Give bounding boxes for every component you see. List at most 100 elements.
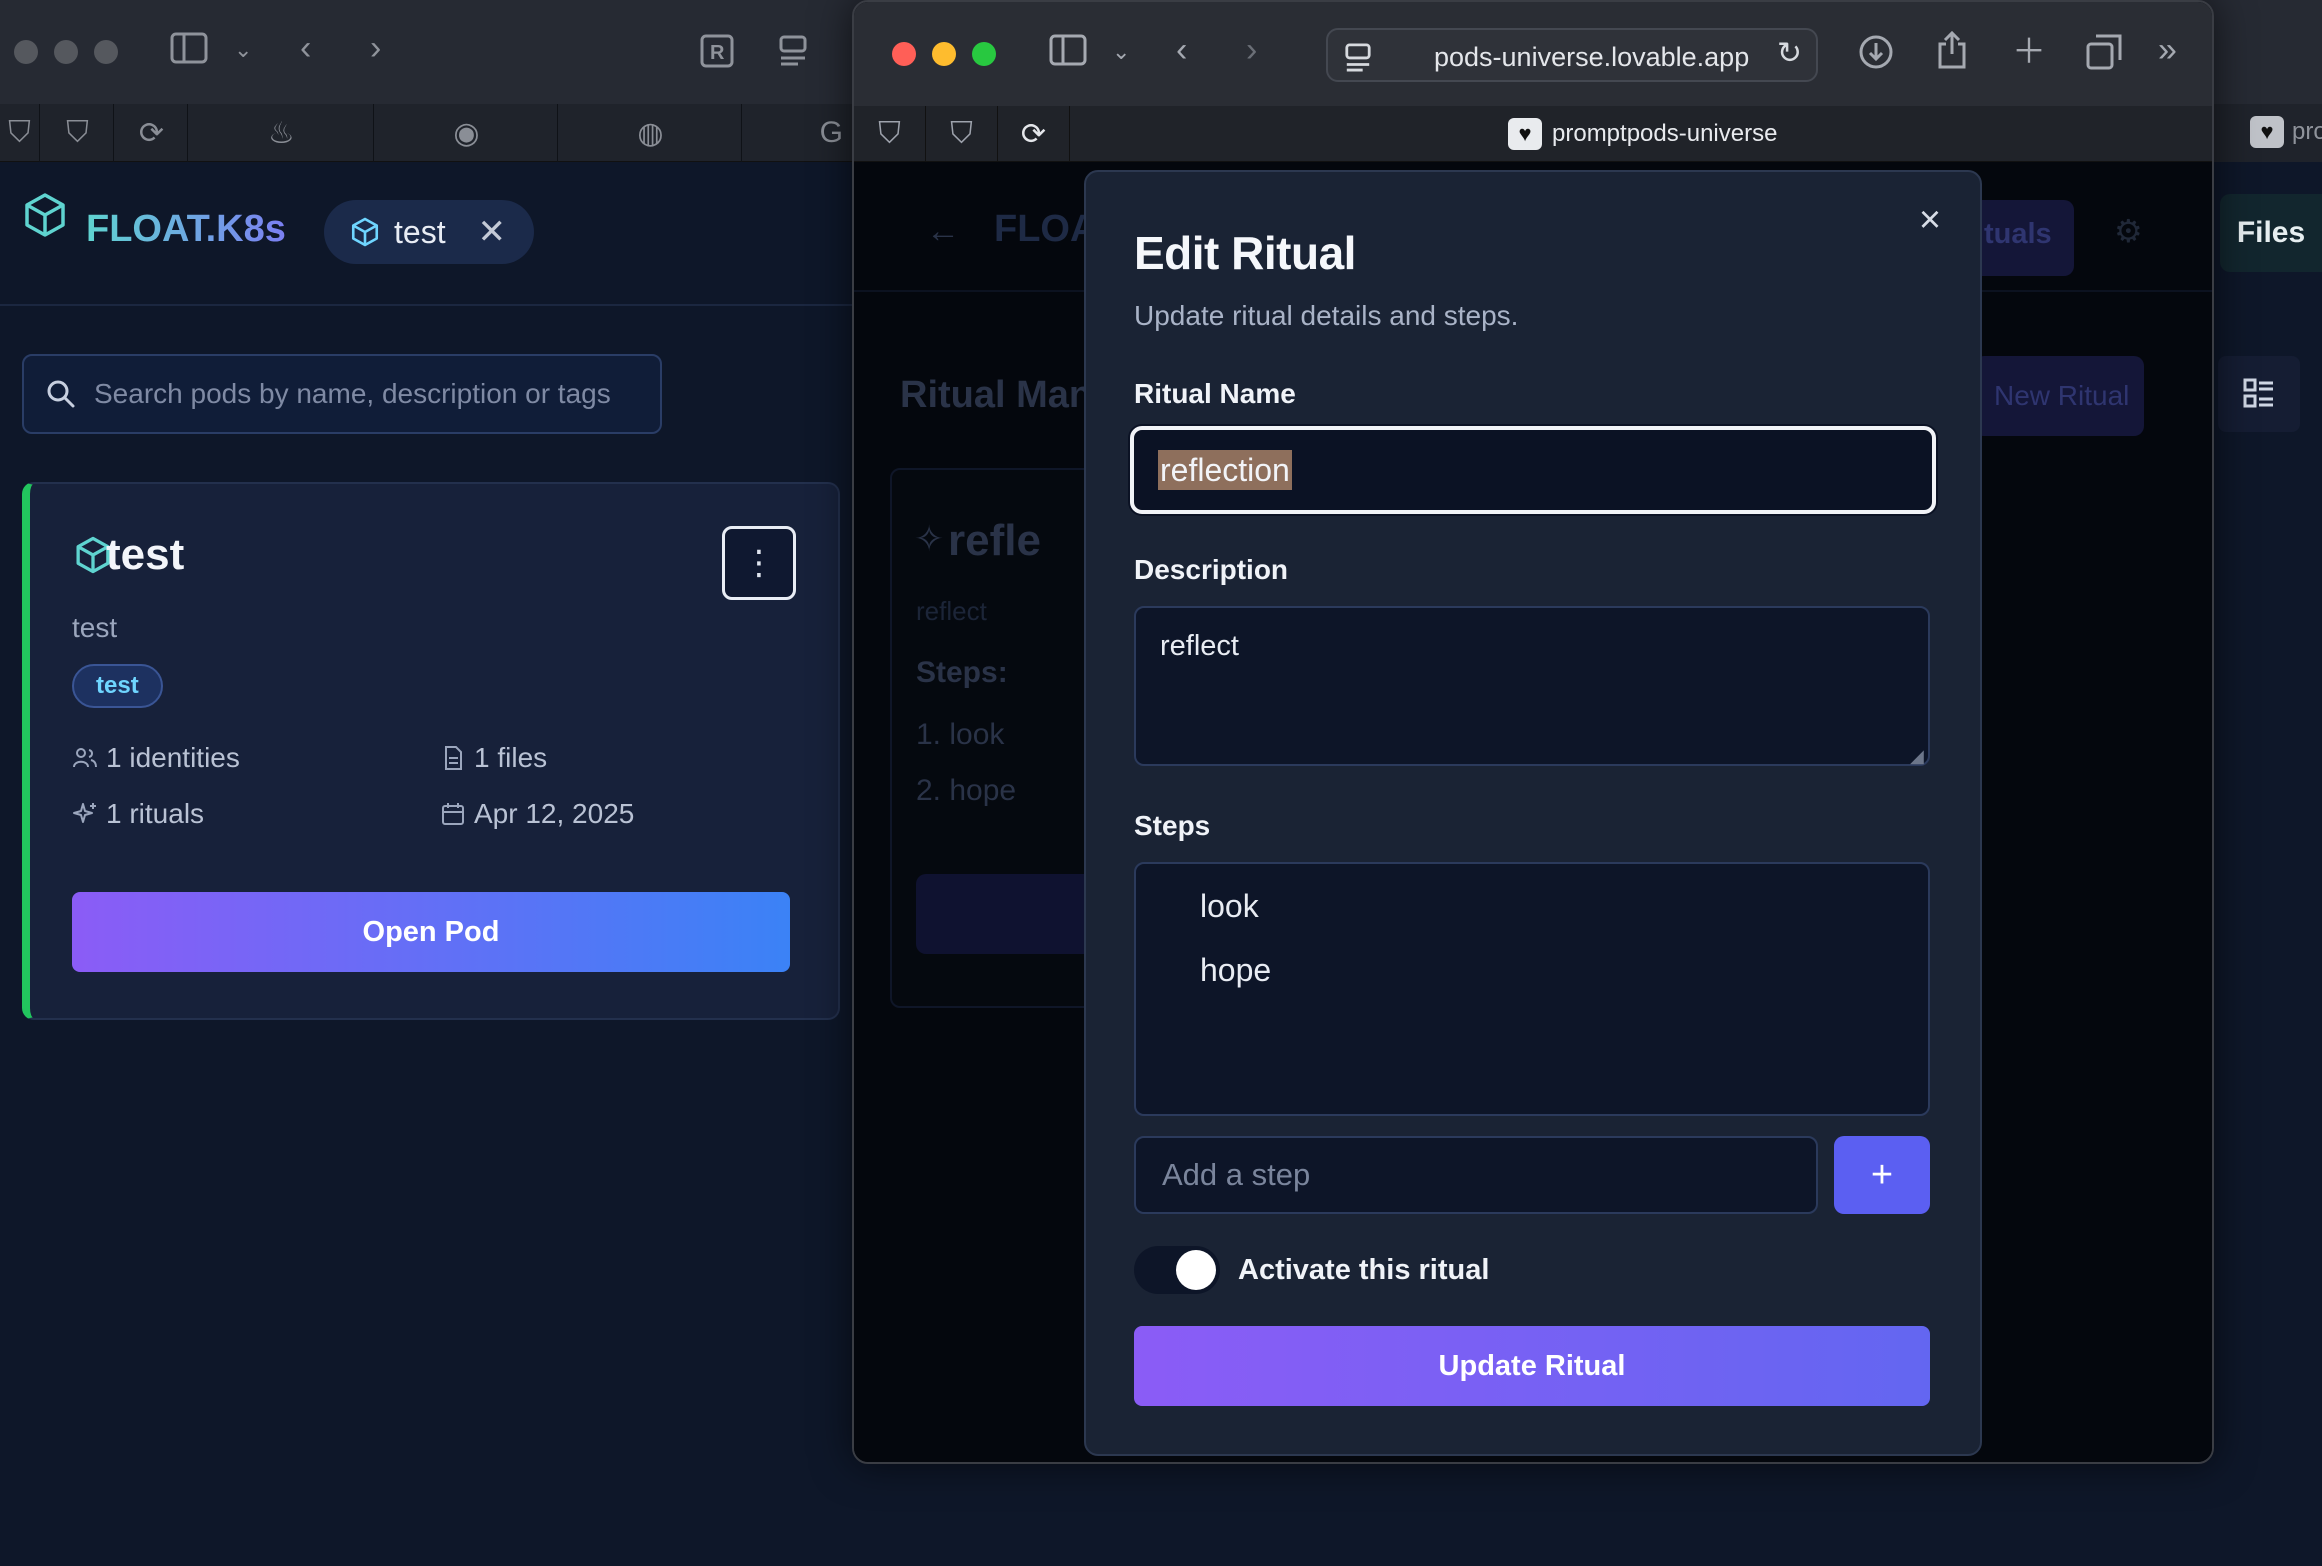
sparkles-icon: ✧: [914, 518, 945, 559]
back-arrow-icon[interactable]: ‹: [300, 28, 311, 68]
bg-brand: FLOA: [994, 208, 1098, 250]
list-view-icon[interactable]: [2218, 356, 2300, 432]
active-tab[interactable]: ♥ promptpods-universe: [1508, 118, 1777, 150]
dialog-subtitle: Update ritual details and steps.: [1134, 300, 1519, 331]
file-icon: [445, 746, 462, 770]
back-tab-shield-1[interactable]: ⛉: [0, 104, 40, 162]
dialog-title: Edit Ritual: [1134, 227, 1356, 279]
back-tab-shield-2[interactable]: ⛉: [42, 104, 114, 162]
files-stat: 1 files: [440, 742, 547, 774]
rituals-count: 1 rituals: [106, 798, 205, 829]
cube-logo-icon: [25, 193, 65, 237]
reload-icon[interactable]: ↻: [1777, 36, 1802, 71]
close-icon[interactable]: ✕: [478, 212, 507, 252]
bg-step-2: 2. hope: [916, 774, 1017, 807]
forward-arrow-icon[interactable]: ›: [370, 28, 381, 68]
search-placeholder: Search pods by name, description or tags: [94, 378, 611, 409]
description-textarea[interactable]: [1134, 606, 1930, 766]
heart-icon: ♥: [2250, 116, 2284, 148]
back-tab-wifi[interactable]: ◉: [376, 104, 558, 162]
open-pod-button[interactable]: Open Pod: [72, 892, 790, 972]
sidebar-toggle-icon[interactable]: [170, 32, 208, 73]
description-label: Description: [1134, 554, 1289, 585]
toggle-knob: [1176, 1250, 1216, 1290]
back-close-light[interactable]: [14, 40, 38, 64]
pod-chip-label: test: [394, 213, 446, 250]
add-step-input[interactable]: [1134, 1136, 1818, 1214]
active-tab-title: promptpods-universe: [1552, 120, 1778, 147]
sparkles-icon: [73, 803, 96, 823]
chevron-down-icon[interactable]: ⌄: [1112, 32, 1130, 72]
back-arrow-icon[interactable]: ‹: [1176, 30, 1187, 70]
cube-icon: [351, 217, 379, 247]
steps-label: Steps: [1134, 810, 1211, 841]
identities-stat: 1 identities: [72, 742, 240, 774]
back-arrow-icon[interactable]: ←: [926, 212, 960, 251]
close-light[interactable]: [892, 42, 916, 66]
pod-card-title: test: [106, 530, 185, 579]
update-ritual-button[interactable]: Update Ritual: [1134, 1326, 1930, 1406]
rituals-stat: 1 rituals: [72, 798, 204, 830]
back-minimize-light[interactable]: [54, 40, 78, 64]
address-bar[interactable]: pods-universe.lovable.app ↻: [1326, 28, 1818, 82]
bg-page-title: Ritual Man: [900, 374, 1093, 416]
more-options-button[interactable]: ⋮: [722, 526, 796, 600]
pod-card-description: test: [72, 612, 118, 643]
pinned-tab-sync[interactable]: ⟳: [998, 106, 1070, 162]
step-item[interactable]: hope: [1200, 952, 1271, 989]
brand-title[interactable]: FLOAT.K8s: [86, 208, 286, 251]
back-tab-flame[interactable]: ♨: [190, 104, 374, 162]
download-icon[interactable]: [1858, 34, 1894, 79]
bg-ritual-title: refle: [948, 516, 1041, 565]
step-item[interactable]: look: [1200, 888, 1259, 925]
share-icon[interactable]: [1936, 30, 1968, 79]
calendar-icon: [442, 803, 464, 825]
activate-label: Activate this ritual: [1238, 1254, 1490, 1286]
pod-chip[interactable]: test ✕: [324, 200, 534, 264]
add-step-button[interactable]: +: [1834, 1136, 1930, 1214]
search-input[interactable]: Search pods by name, description or tags: [22, 354, 662, 434]
files-button[interactable]: Files: [2220, 194, 2322, 272]
users-icon: [73, 748, 97, 768]
forward-arrow-icon[interactable]: ›: [1246, 30, 1257, 70]
resize-handle-icon[interactable]: ◢: [1910, 746, 1924, 767]
back-zoom-light[interactable]: [94, 40, 118, 64]
search-icon: [47, 380, 75, 408]
files-count: 1 files: [474, 742, 548, 773]
tab-overview-icon[interactable]: [2086, 34, 2122, 79]
back-tab-sync[interactable]: ⟳: [116, 104, 188, 162]
ritual-name-value: reflection: [1158, 450, 1292, 490]
back-tab-avatar[interactable]: ◍: [560, 104, 742, 162]
bg-steps-label: Steps:: [916, 656, 1008, 689]
chevron-down-icon[interactable]: ⌄: [234, 30, 252, 70]
close-icon[interactable]: ×: [1912, 201, 1948, 239]
description-value: reflect: [1160, 630, 1239, 662]
heart-icon: ♥: [1508, 118, 1542, 150]
more-vertical-icon: ⋮: [742, 544, 776, 582]
ritual-name-label: Ritual Name: [1134, 378, 1296, 409]
reader-icon[interactable]: R: [700, 34, 734, 77]
bg-rituals-tab-label: tuals: [1984, 218, 2052, 250]
bg-ritual-desc: reflect: [916, 596, 987, 626]
created-date: Apr 12, 2025: [474, 798, 635, 829]
zoom-light[interactable]: [972, 42, 996, 66]
url-text: pods-universe.lovable.app: [1434, 42, 1750, 72]
more-tabs-icon[interactable]: »: [2158, 30, 2177, 70]
svg-text:R: R: [710, 42, 725, 64]
pod-tag[interactable]: test: [72, 664, 163, 708]
third-window-tab-text: pro: [2292, 118, 2322, 145]
page-menu-icon[interactable]: [1344, 42, 1372, 72]
pinned-tab-shield-1[interactable]: ⛉: [854, 106, 926, 162]
identities-count: 1 identities: [106, 742, 240, 773]
back-tab-google[interactable]: G: [744, 104, 854, 162]
page-menu-icon[interactable]: [778, 34, 808, 75]
sidebar-toggle-icon[interactable]: [1048, 34, 1088, 75]
bg-new-ritual-label: New Ritual: [1994, 380, 2130, 411]
third-window-tab-title: ♥ pro: [2250, 116, 2322, 148]
pinned-tab-shield-2[interactable]: ⛉: [926, 106, 998, 162]
minimize-light[interactable]: [932, 42, 956, 66]
date-stat: Apr 12, 2025: [440, 798, 634, 830]
bg-step-1: 1. look: [916, 718, 1005, 751]
gear-icon[interactable]: ⚙: [2114, 212, 2143, 250]
new-tab-icon[interactable]: ＋: [2012, 32, 2046, 72]
